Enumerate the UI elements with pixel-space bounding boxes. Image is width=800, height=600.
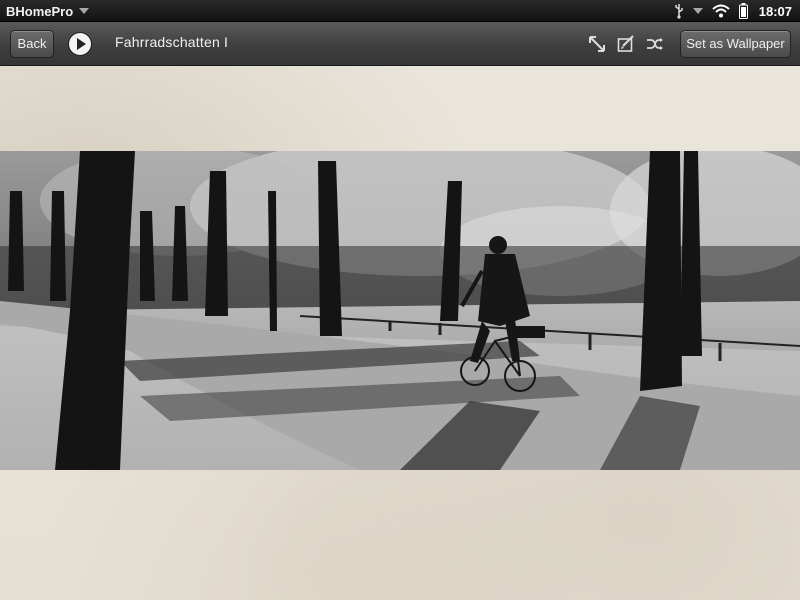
shuffle-icon[interactable]: [646, 35, 664, 53]
status-icons: 18:07: [674, 0, 792, 22]
app-menu-arrow-icon: [79, 8, 90, 14]
battery-icon[interactable]: [738, 3, 748, 19]
image-title: Fahrradschatten I: [115, 34, 229, 50]
wifi-icon[interactable]: [712, 4, 730, 18]
play-icon[interactable]: [69, 33, 91, 55]
app-toolbar: Back Fahrradschatten I Set as Wallpaper: [0, 22, 800, 66]
edit-icon[interactable]: [617, 35, 635, 53]
back-button[interactable]: Back: [10, 30, 54, 58]
expand-icon[interactable]: [588, 35, 606, 53]
status-bar: BHomePro 18:07: [0, 0, 800, 22]
app-name: BHomePro: [6, 3, 74, 19]
usb-icon[interactable]: [674, 3, 684, 19]
set-as-wallpaper-button[interactable]: Set as Wallpaper: [680, 30, 791, 58]
clock: 18:07: [758, 3, 792, 19]
wallpaper-preview-image[interactable]: [0, 151, 800, 470]
usb-menu-arrow-icon[interactable]: [692, 8, 703, 14]
app-menu[interactable]: BHomePro: [6, 0, 90, 22]
